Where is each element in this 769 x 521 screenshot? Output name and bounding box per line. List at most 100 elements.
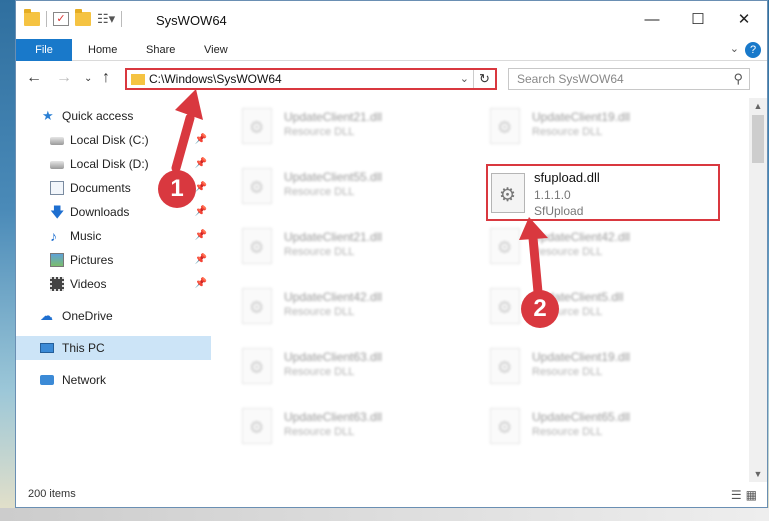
onedrive-icon: ☁ — [40, 308, 53, 323]
dll-file-icon — [242, 348, 272, 384]
list-item[interactable]: UpdateClient55.dll Resource DLL — [212, 160, 442, 214]
highlighted-file-sfupload[interactable]: sfupload.dll 1.1.1.0 SfUpload — [486, 164, 720, 221]
vertical-scrollbar[interactable]: ▲ ▼ — [749, 98, 767, 482]
dll-file-icon — [490, 348, 520, 384]
pin-icon[interactable]: 📌 — [195, 200, 207, 224]
address-bar[interactable]: C:\Windows\SysWOW64 ⌄ ↻ — [125, 68, 497, 90]
file-type: Resource DLL — [284, 306, 355, 318]
pictures-icon — [50, 253, 64, 267]
minimize-button[interactable]: — — [629, 1, 675, 39]
forward-button[interactable]: → — [56, 69, 72, 87]
quick-access-toolbar: ✓ ☷▾ — [24, 9, 123, 27]
recent-locations-button[interactable]: ⌄ — [84, 73, 92, 84]
address-path[interactable]: C:\Windows\SysWOW64 — [149, 72, 282, 86]
sidebar-item-label: Local Disk (D:) — [70, 157, 149, 171]
sidebar-item-onedrive[interactable]: ☁ OneDrive — [16, 304, 211, 328]
properties-check-icon[interactable]: ✓ — [53, 12, 69, 26]
file-type: Resource DLL — [532, 126, 603, 138]
file-list: UpdateClient21.dll Resource DLL UpdateCl… — [212, 98, 747, 482]
address-row: ← → ⌄ ↑ C:\Windows\SysWOW64 ⌄ ↻ Search S… — [16, 62, 767, 96]
details-view-icon[interactable]: ☰ — [731, 488, 746, 502]
list-item[interactable]: UpdateClient21.dll Resource DLL — [212, 100, 442, 154]
pin-icon[interactable]: 📌 — [195, 152, 207, 176]
sidebar-item-label: This PC — [62, 341, 105, 355]
dll-file-icon — [242, 228, 272, 264]
file-type: Resource DLL — [284, 126, 355, 138]
list-item[interactable]: UpdateClient42.dll Resource DLL — [460, 220, 690, 274]
chevron-down-icon[interactable]: ⌄ — [460, 72, 469, 85]
downloads-icon: 🡇 — [50, 204, 65, 220]
star-icon: ★ — [42, 108, 54, 123]
sidebar-item-quick-access[interactable]: ★ Quick access — [16, 104, 211, 128]
status-bar: 200 items ☰▦ — [16, 483, 767, 507]
list-item[interactable]: UpdateClient63.dll Resource DLL — [212, 400, 442, 454]
up-button[interactable]: ↑ — [102, 69, 110, 87]
pin-icon[interactable]: 📌 — [195, 224, 207, 248]
sidebar-item-local-disk-c[interactable]: Local Disk (C:) 📌 — [16, 128, 211, 152]
tab-home[interactable]: Home — [76, 39, 129, 61]
dll-file-icon — [490, 108, 520, 144]
sidebar-item-label: Music — [70, 229, 102, 243]
tab-view[interactable]: View — [192, 39, 240, 61]
file-name: UpdateClient42.dll — [284, 290, 383, 304]
scroll-down-icon[interactable]: ▼ — [749, 466, 767, 482]
customize-toolbar-icon[interactable]: ☷▾ — [97, 11, 115, 27]
expand-ribbon-icon[interactable]: ⌄ — [730, 42, 739, 55]
ribbon-tabs: File Home Share View ⌄ ? — [16, 39, 767, 61]
file-name: UpdateClient55.dll — [284, 170, 383, 184]
maximize-button[interactable]: ☐ — [675, 1, 721, 39]
sidebar-item-label: Downloads — [70, 205, 130, 219]
list-item[interactable]: UpdateClient65.dll Resource DLL — [460, 400, 690, 454]
pin-icon[interactable]: 📌 — [195, 176, 207, 200]
sidebar-item-label: Local Disk (C:) — [70, 133, 149, 147]
folder-icon — [131, 74, 145, 85]
documents-icon — [50, 181, 64, 195]
dll-file-icon — [242, 408, 272, 444]
help-icon[interactable]: ? — [745, 42, 761, 58]
item-count: 200 items — [28, 488, 76, 500]
refresh-button[interactable]: ↻ — [473, 70, 495, 88]
view-toggle[interactable]: ☰▦ — [731, 488, 761, 502]
sidebar-item-pictures[interactable]: Pictures 📌 — [16, 248, 211, 272]
sidebar-item-label: Pictures — [70, 253, 114, 267]
pin-icon[interactable]: 📌 — [195, 248, 207, 272]
sidebar-item-label: Quick access — [62, 109, 134, 123]
new-folder-icon[interactable] — [75, 9, 91, 26]
dll-file-icon — [490, 288, 520, 324]
scroll-up-icon[interactable]: ▲ — [749, 98, 767, 114]
window-controls: — ☐ ✕ — [629, 1, 767, 39]
list-item[interactable]: UpdateClient21.dll Resource DLL — [212, 220, 442, 274]
search-icon: ⚲ — [733, 71, 743, 86]
dll-file-icon — [242, 168, 272, 204]
close-button[interactable]: ✕ — [721, 1, 767, 39]
sidebar-item-this-pc[interactable]: This PC — [16, 336, 211, 360]
scroll-thumb[interactable] — [752, 115, 764, 163]
taskbar-strip — [0, 508, 769, 521]
file-type: Resource DLL — [284, 186, 355, 198]
tab-file[interactable]: File — [16, 39, 72, 61]
sidebar-item-label: Videos — [70, 277, 107, 291]
list-item[interactable]: UpdateClient63.dll Resource DLL — [212, 340, 442, 394]
list-item[interactable]: UpdateClient19.dll Resource DLL — [460, 340, 690, 394]
sidebar-item-music[interactable]: ♪ Music 📌 — [16, 224, 211, 248]
file-name: UpdateClient63.dll — [284, 410, 383, 424]
list-item[interactable]: UpdateClient19.dll Resource DLL — [460, 100, 690, 154]
file-name: UpdateClient63.dll — [284, 350, 383, 364]
divider — [121, 11, 123, 27]
sidebar-item-videos[interactable]: Videos 📌 — [16, 272, 211, 296]
list-item[interactable]: UpdateClient5.dll Resource DLL — [460, 280, 690, 334]
navigation-pane: ★ Quick access Local Disk (C:) 📌 Local D… — [16, 98, 211, 482]
tab-share[interactable]: Share — [134, 39, 187, 61]
pin-icon[interactable]: 📌 — [195, 272, 207, 296]
sidebar-item-network[interactable]: Network — [16, 368, 211, 392]
file-name: sfupload.dll — [534, 170, 600, 185]
step-badge-2: 2 — [521, 290, 559, 328]
dll-file-icon — [242, 108, 272, 144]
search-input[interactable]: Search SysWOW64 ⚲ — [508, 68, 750, 90]
tiles-view-icon[interactable]: ▦ — [746, 488, 761, 502]
dll-file-icon — [490, 408, 520, 444]
pin-icon[interactable]: 📌 — [195, 128, 207, 152]
back-button[interactable]: ← — [26, 69, 42, 87]
list-item[interactable]: UpdateClient42.dll Resource DLL — [212, 280, 442, 334]
file-name: UpdateClient21.dll — [284, 230, 383, 244]
